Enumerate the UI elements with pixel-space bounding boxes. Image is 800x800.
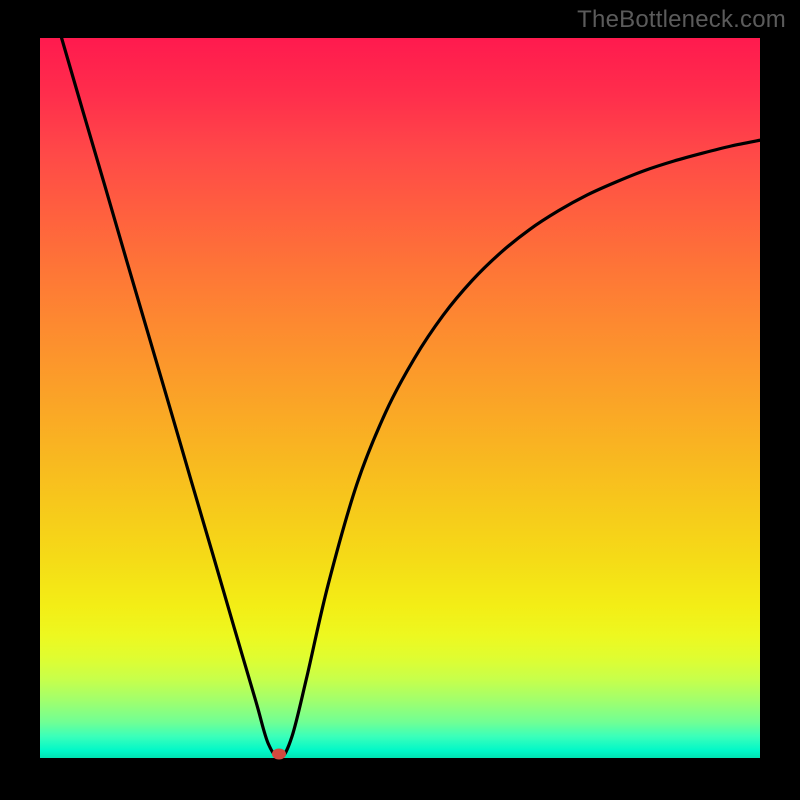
optimal-point-marker [272, 749, 286, 760]
chart-frame: TheBottleneck.com [0, 0, 800, 800]
bottleneck-curve [40, 38, 760, 758]
plot-area [40, 38, 760, 758]
watermark-text: TheBottleneck.com [577, 6, 786, 34]
